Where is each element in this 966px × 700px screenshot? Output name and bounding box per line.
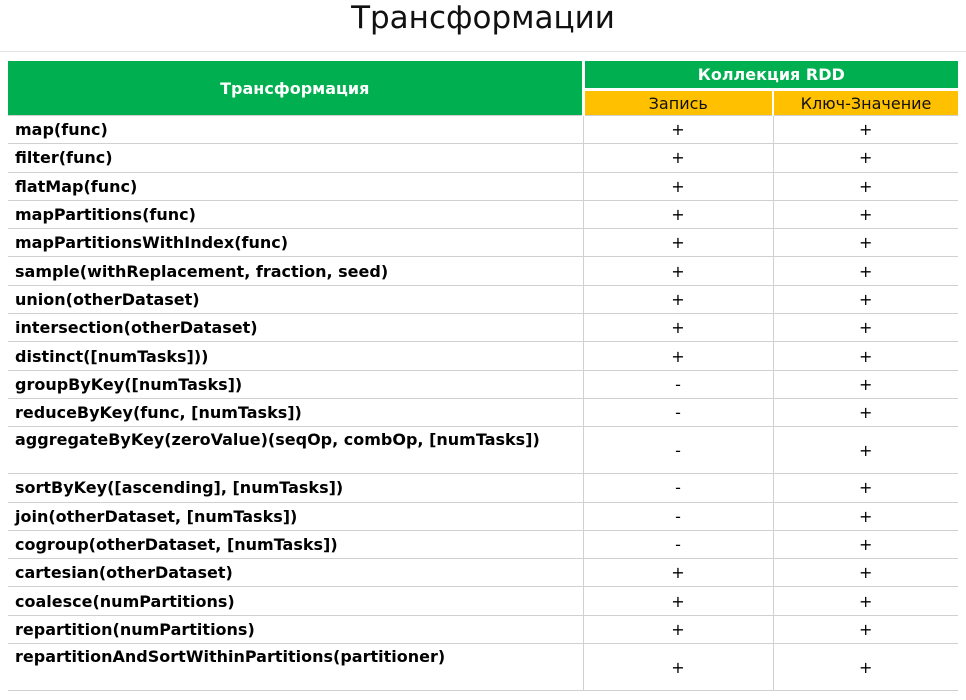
table-row: map(func) + + xyxy=(8,114,959,144)
transformation-name: mapPartitionsWithIndex(func) xyxy=(8,228,584,257)
record-support-cell: + xyxy=(583,199,774,229)
key-value-support-cell: + xyxy=(773,228,959,257)
transformation-name: coalesce(numPartitions) xyxy=(8,586,584,616)
header-record: Запись xyxy=(583,89,774,116)
table-row: mapPartitions(func) + + xyxy=(8,199,959,229)
record-support-cell: + xyxy=(583,586,774,616)
key-value-support-cell: + xyxy=(773,114,959,144)
page-title: Трансформации xyxy=(351,0,615,36)
key-value-support-cell: + xyxy=(773,341,959,371)
record-support-cell: + xyxy=(583,643,774,692)
table-row: cartesian(otherDataset) + + xyxy=(8,558,959,587)
record-support-cell: + xyxy=(583,341,774,371)
transformation-name: cogroup(otherDataset, [numTasks]) xyxy=(8,529,584,559)
transformation-name: union(otherDataset) xyxy=(8,284,584,314)
table-row: coalesce(numPartitions) + + xyxy=(8,586,959,616)
record-support-cell: + xyxy=(583,256,774,286)
record-support-cell: - xyxy=(583,529,774,559)
key-value-support-cell: + xyxy=(773,529,959,559)
table-row: repartitionAndSortWithinPartitions(parti… xyxy=(8,643,959,692)
transformation-name: sortByKey([ascending], [numTasks]) xyxy=(8,473,584,503)
record-support-cell: + xyxy=(583,558,774,587)
transformation-name: repartition(numPartitions) xyxy=(8,614,584,644)
table-row: groupByKey([numTasks]) - + xyxy=(8,369,959,399)
transformation-name: groupByKey([numTasks]) xyxy=(8,369,584,399)
record-support-cell: - xyxy=(583,369,774,399)
table-row: aggregateByKey(zeroValue)(seqOp, combOp,… xyxy=(8,426,959,474)
table-row: sortByKey([ascending], [numTasks]) - + xyxy=(8,473,959,503)
record-support-cell: - xyxy=(583,501,774,531)
table-row: repartition(numPartitions) + + xyxy=(8,614,959,644)
key-value-support-cell: + xyxy=(773,313,959,342)
record-support-cell: - xyxy=(583,426,774,474)
key-value-support-cell: + xyxy=(773,426,959,474)
key-value-support-cell: + xyxy=(773,558,959,587)
header-transformation: Трансформация xyxy=(8,61,585,116)
table-row: intersection(otherDataset) + + xyxy=(8,313,959,342)
transformation-name: map(func) xyxy=(8,114,584,144)
table-row: union(otherDataset) + + xyxy=(8,284,959,314)
key-value-support-cell: + xyxy=(773,397,959,427)
key-value-support-cell: + xyxy=(773,643,959,692)
table-row: sample(withReplacement, fraction, seed) +… xyxy=(8,256,959,286)
table-row: distinct([numTasks])) + + xyxy=(8,341,959,371)
table-body: map(func) + + filter(func) + + flatMap(func) + +… xyxy=(8,114,959,692)
table-row: cogroup(otherDataset, [numTasks]) - + xyxy=(8,529,959,559)
transformation-name: aggregateByKey(zeroValue)(seqOp, combOp,… xyxy=(8,426,584,474)
table-row: reduceByKey(func, [numTasks]) - + xyxy=(8,397,959,427)
transformation-name: cartesian(otherDataset) xyxy=(8,558,584,587)
transformation-name: join(otherDataset, [numTasks]) xyxy=(8,501,584,531)
key-value-support-cell: + xyxy=(773,171,959,201)
table-row: join(otherDataset, [numTasks]) - + xyxy=(8,501,959,531)
transformations-table: Трансформация Коллекция RDD Запись Ключ-… xyxy=(8,61,959,692)
record-support-cell: - xyxy=(583,473,774,503)
record-support-cell: - xyxy=(583,397,774,427)
key-value-support-cell: + xyxy=(773,284,959,314)
header-key-value: Ключ-Значение xyxy=(773,89,959,116)
key-value-support-cell: + xyxy=(773,256,959,286)
transformation-name: flatMap(func) xyxy=(8,171,584,201)
header-rdd-collection: Коллекция RDD xyxy=(583,61,959,91)
key-value-support-cell: + xyxy=(773,143,959,173)
transformation-name: reduceByKey(func, [numTasks]) xyxy=(8,397,584,427)
table-row: flatMap(func) + + xyxy=(8,171,959,201)
table-row: filter(func) + + xyxy=(8,143,959,173)
key-value-support-cell: + xyxy=(773,369,959,399)
key-value-support-cell: + xyxy=(773,473,959,503)
transformation-name: filter(func) xyxy=(8,143,584,173)
transformation-name: mapPartitions(func) xyxy=(8,199,584,229)
title-divider xyxy=(0,51,966,52)
transformation-name: intersection(otherDataset) xyxy=(8,313,584,342)
key-value-support-cell: + xyxy=(773,586,959,616)
transformation-name: sample(withReplacement, fraction, seed) xyxy=(8,256,584,286)
transformation-name: repartitionAndSortWithinPartitions(parti… xyxy=(8,643,584,692)
transformation-name: distinct([numTasks])) xyxy=(8,341,584,371)
table-header: Трансформация Коллекция RDD Запись Ключ-… xyxy=(8,61,959,116)
record-support-cell: + xyxy=(583,228,774,257)
key-value-support-cell: + xyxy=(773,614,959,644)
record-support-cell: + xyxy=(583,143,774,173)
record-support-cell: + xyxy=(583,171,774,201)
record-support-cell: + xyxy=(583,313,774,342)
key-value-support-cell: + xyxy=(773,501,959,531)
record-support-cell: + xyxy=(583,614,774,644)
record-support-cell: + xyxy=(583,284,774,314)
record-support-cell: + xyxy=(583,114,774,144)
table-row: mapPartitionsWithIndex(func) + + xyxy=(8,228,959,257)
key-value-support-cell: + xyxy=(773,199,959,229)
